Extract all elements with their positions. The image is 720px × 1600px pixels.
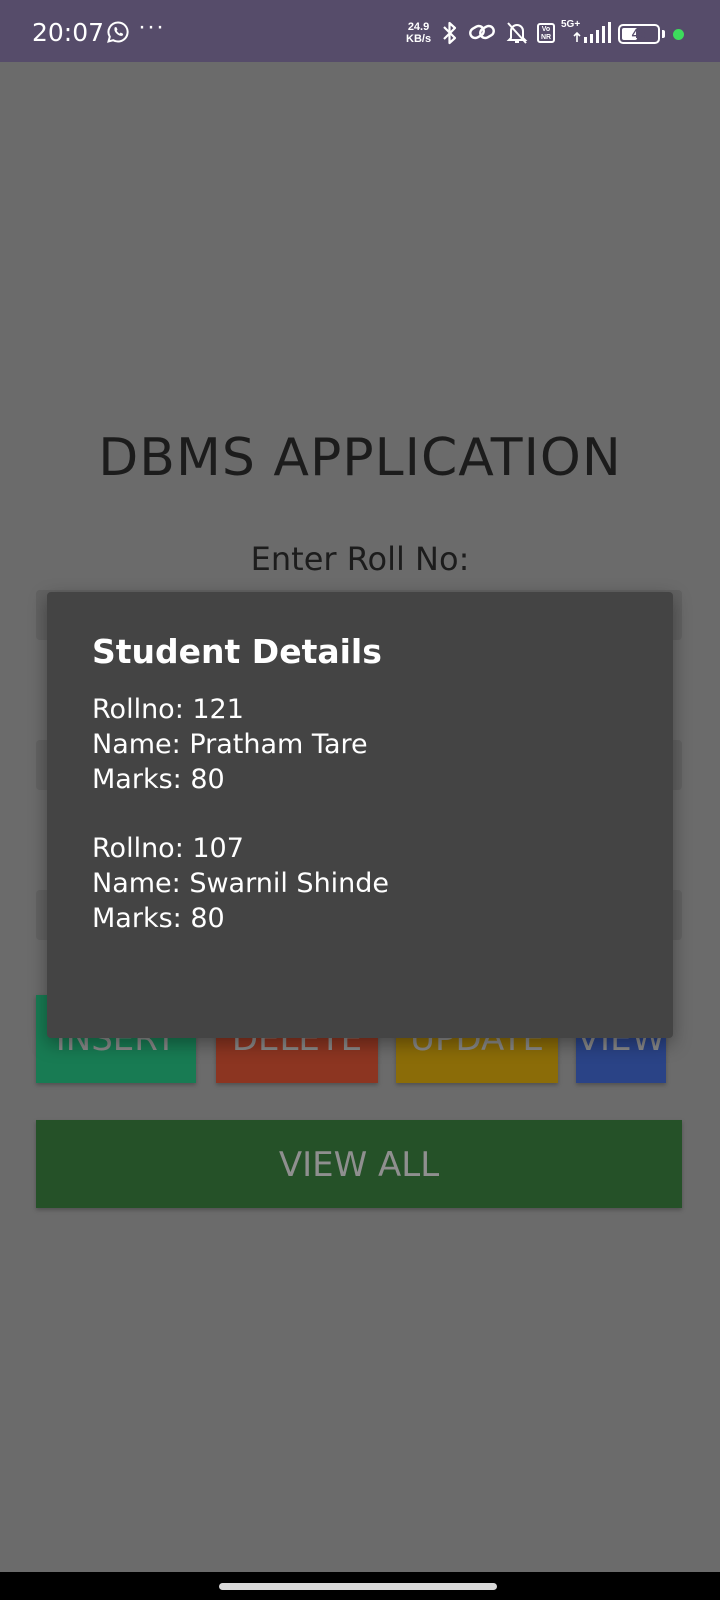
whatsapp-icon [107,21,129,43]
app-title: DBMS APPLICATION [98,428,622,488]
record-rollno: Rollno: 107 [92,833,244,864]
student-record: Rollno: 121 Name: Pratham Tare Marks: 80 [92,692,632,797]
net-speed-value: 24.9 [407,21,430,33]
net-speed: 24.9 KB/s [406,21,431,45]
more-icon: ··· [138,13,165,40]
home-gesture-handle[interactable] [219,1583,497,1590]
record-rollno: Rollno: 121 [92,694,244,725]
record-name: Name: Pratham Tare [92,729,368,760]
bell-off-icon [506,22,528,44]
battery-level: 45 [631,26,647,41]
battery-tip [662,30,665,38]
volte-icon: Vo NR [537,23,555,43]
privacy-indicator-dot [673,29,684,40]
dialog-message: Rollno: 121 Name: Pratham Tare Marks: 80… [92,692,632,970]
signal-icon [573,22,611,43]
record-marks: Marks: 80 [92,764,225,795]
navigation-bar [0,1572,720,1600]
view-all-button[interactable]: VIEW ALL [36,1120,682,1208]
record-name: Name: Swarnil Shinde [92,868,390,899]
record-marks: Marks: 80 [92,903,225,934]
student-record: Rollno: 107 Name: Swarnil Shinde Marks: … [92,831,632,936]
bluetooth-icon [443,21,457,45]
net-speed-unit: KB/s [406,33,432,45]
dialog-title: Student Details [92,632,382,671]
roll-no-label: Enter Roll No: [250,540,470,578]
link-icon [469,24,495,40]
student-details-dialog: Student Details Rollno: 121 Name: Pratha… [47,592,673,1038]
battery-icon: 45 [618,24,660,44]
status-bar: 20:07 ··· 24.9 KB/s Vo NR 5G+ 45 [0,0,720,62]
status-time: 20:07 [32,18,105,47]
